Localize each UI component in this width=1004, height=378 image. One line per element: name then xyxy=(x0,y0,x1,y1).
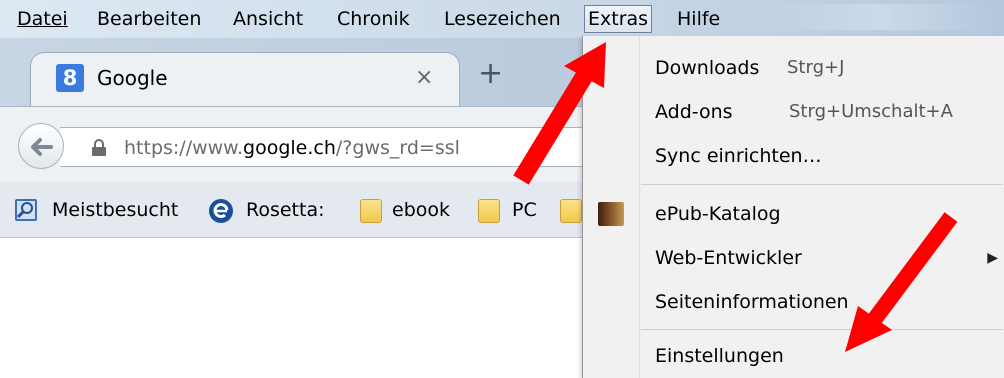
book-icon xyxy=(598,202,624,226)
menu-item-seiteninformationen[interactable]: Seiteninformationen xyxy=(583,280,1004,324)
back-button[interactable] xyxy=(18,123,64,169)
lock-icon xyxy=(92,139,106,156)
titlebar-highlight xyxy=(770,4,990,30)
url-prefix: https://www. xyxy=(124,137,244,159)
tab-google[interactable]: 8 Google × xyxy=(30,52,460,108)
menu-item-seiteninformationen-label: Seiteninformationen xyxy=(655,291,849,313)
menu-bearbeiten-label: Bearbeiten xyxy=(97,8,202,30)
search-page-icon xyxy=(15,199,37,221)
menu-ansicht-label: Ansicht xyxy=(233,8,304,30)
menu-item-sync-label: Sync einrichten… xyxy=(655,145,822,167)
menu-extras-label: Extras xyxy=(588,8,649,30)
url-domain: google.ch xyxy=(243,137,336,159)
menu-item-addons[interactable]: Add-ons Strg+Umschalt+A xyxy=(583,90,1004,134)
back-arrow-icon xyxy=(31,138,53,156)
bookmark-pc[interactable]: PC xyxy=(512,196,537,224)
menu-separator xyxy=(641,184,1003,185)
tab-close-icon[interactable]: × xyxy=(415,63,433,93)
bookmark-ebook[interactable]: ebook xyxy=(392,196,450,224)
menu-lesezeichen[interactable]: Lesezeichen xyxy=(441,5,564,33)
folder-icon xyxy=(560,199,582,223)
submenu-arrow-icon: ▶ xyxy=(987,250,998,266)
menu-item-sync[interactable]: Sync einrichten… xyxy=(583,134,1004,178)
menu-item-epub-label: ePub-Katalog xyxy=(655,203,781,225)
rosetta-icon xyxy=(209,199,233,223)
extras-menu: Downloads Strg+J Add-ons Strg+Umschalt+A… xyxy=(582,36,1004,378)
menu-separator xyxy=(641,329,1003,330)
menu-lesezeichen-label: Lesezeichen xyxy=(444,8,561,30)
menu-item-web-entwickler[interactable]: Web-Entwickler ▶ xyxy=(583,236,1004,280)
bookmark-rosetta[interactable]: Rosetta: xyxy=(246,196,325,224)
url-suffix: /?gws_rd=ssl xyxy=(335,137,460,159)
menu-item-downloads-label: Downloads xyxy=(655,57,760,79)
menu-item-addons-label: Add-ons xyxy=(655,101,733,123)
menu-item-downloads[interactable]: Downloads Strg+J xyxy=(583,46,1004,90)
menu-datei-label: Datei xyxy=(17,8,68,30)
menu-item-downloads-shortcut: Strg+J xyxy=(787,57,845,78)
menu-item-epub-katalog[interactable]: ePub-Katalog xyxy=(583,192,1004,236)
menu-item-einstellungen[interactable]: Einstellungen xyxy=(583,334,1004,378)
google-favicon-icon: 8 xyxy=(56,64,84,92)
menu-bar: Datei Bearbeiten Ansicht Chronik Lesezei… xyxy=(0,0,1004,38)
menu-datei[interactable]: Datei xyxy=(14,5,71,33)
menu-bearbeiten[interactable]: Bearbeiten xyxy=(94,5,204,33)
menu-chronik[interactable]: Chronik xyxy=(334,5,413,33)
menu-chronik-label: Chronik xyxy=(337,8,410,30)
menu-item-addons-shortcut: Strg+Umschalt+A xyxy=(789,101,953,122)
tab-title: Google xyxy=(97,66,168,90)
new-tab-button[interactable]: + xyxy=(478,56,503,92)
menu-extras[interactable]: Extras xyxy=(584,5,653,33)
folder-icon xyxy=(478,199,500,223)
bookmark-meistbesucht[interactable]: Meistbesucht xyxy=(52,196,178,224)
url-text: https://www.google.ch/?gws_rd=ssl xyxy=(124,134,460,162)
menu-item-web-entwickler-label: Web-Entwickler xyxy=(655,247,802,269)
menu-hilfe-label: Hilfe xyxy=(677,8,721,30)
menu-item-einstellungen-label: Einstellungen xyxy=(655,345,784,367)
folder-icon xyxy=(360,199,382,223)
url-bar[interactable]: https://www.google.ch/?gws_rd=ssl xyxy=(60,127,620,167)
menu-ansicht[interactable]: Ansicht xyxy=(230,5,306,33)
menu-hilfe[interactable]: Hilfe xyxy=(674,5,723,33)
